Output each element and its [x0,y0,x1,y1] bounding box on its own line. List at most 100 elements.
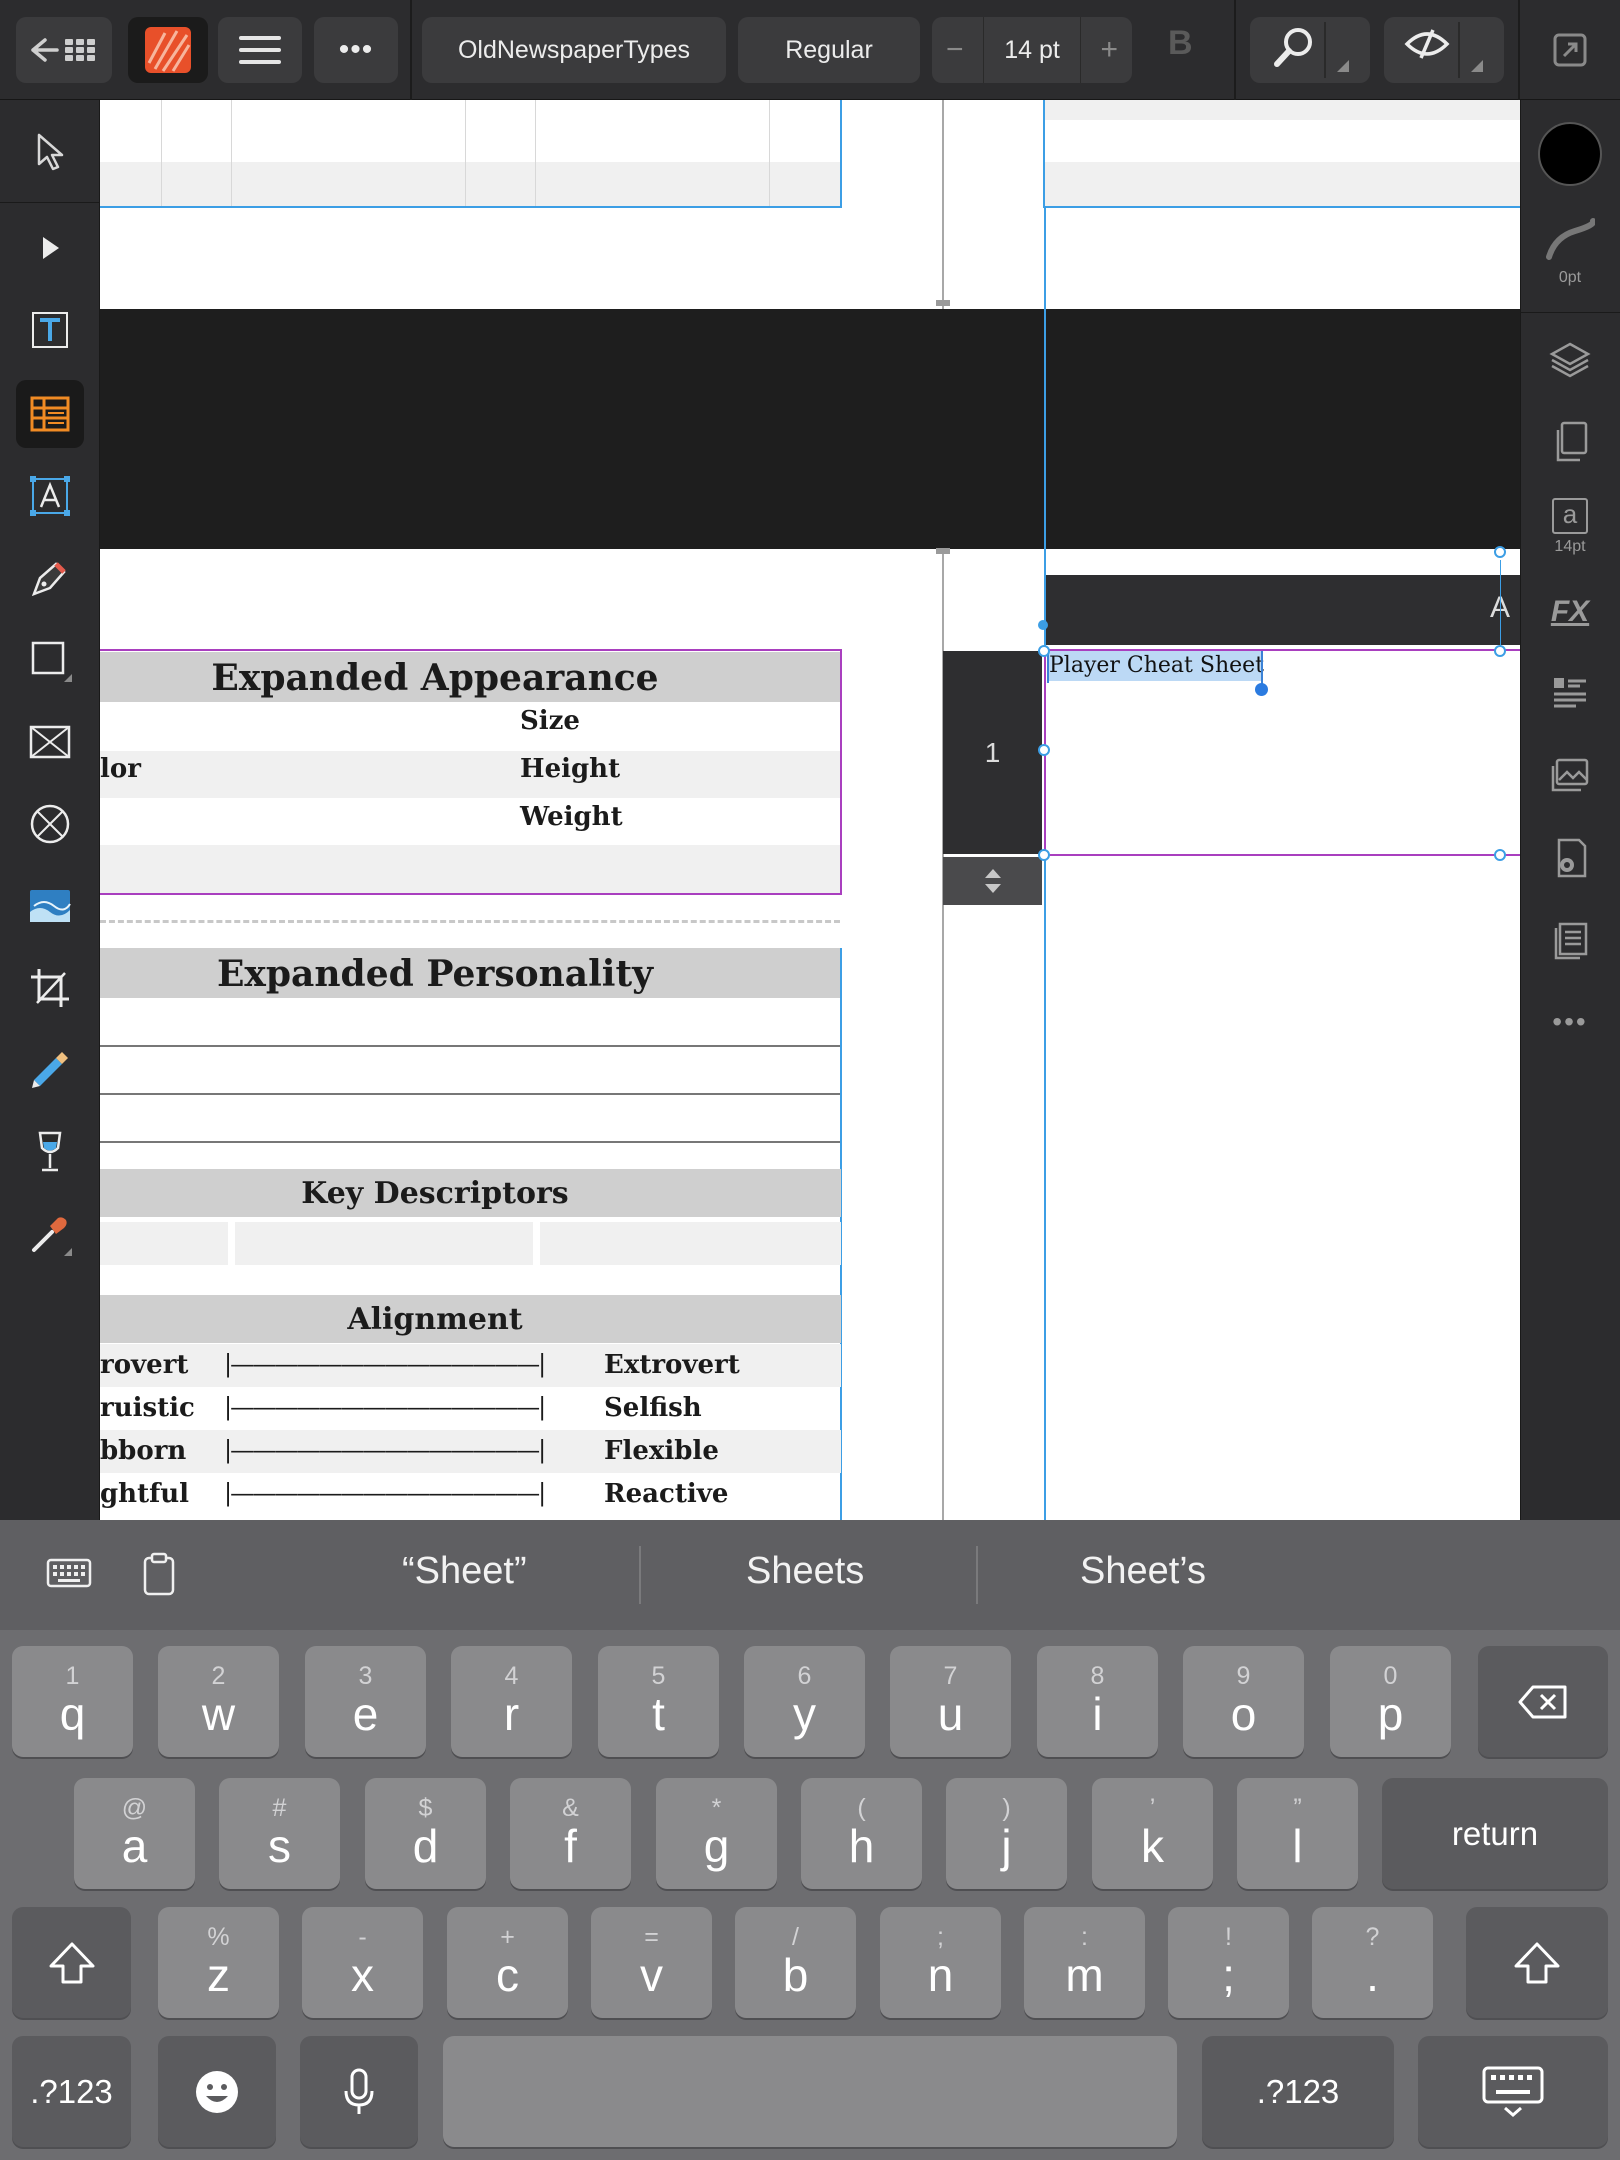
key-row2-5[interactable]: (h [801,1778,922,1889]
artistic-text-tool[interactable] [16,462,84,530]
shift-left-key[interactable] [12,1907,131,2018]
picture-frame-ellipse-tool[interactable] [16,790,84,858]
table-tool[interactable] [16,380,84,448]
bold-button[interactable]: B [1168,24,1193,63]
font-style-selector[interactable]: Regular [738,17,920,83]
key-row1-7[interactable]: 8i [1037,1646,1158,1757]
key-hint: % [207,1923,230,1951]
shift-right-key[interactable] [1466,1907,1608,2018]
layers-button[interactable] [1520,330,1620,390]
dismiss-keyboard-key[interactable] [1418,2036,1608,2147]
key-hint: * [711,1794,722,1822]
key-row2-3[interactable]: & f [510,1778,631,1889]
alignment-scale: |——————————————| [224,1350,546,1378]
resize-handle[interactable] [1038,645,1050,657]
increase-font-size-button[interactable]: + [1100,33,1118,67]
place-image-tool[interactable] [16,872,84,940]
key-row2-7[interactable]: ’ k [1092,1778,1213,1889]
key-row2-8[interactable]: ” l [1237,1778,1358,1889]
key-row3-7[interactable]: !; [1168,1907,1289,2018]
text-frame-button[interactable] [1520,910,1620,970]
page-stepper[interactable] [943,857,1042,905]
color-picker-tool[interactable] [16,1200,84,1268]
prediction-2[interactable]: Sheets [746,1550,864,1593]
more-options-button[interactable]: ••• [314,17,398,83]
menu-button[interactable] [218,17,302,83]
key-row1-1[interactable]: 2w [158,1646,279,1757]
key-row1-8[interactable]: 9o [1183,1646,1304,1757]
more-panels-button[interactable]: ••• [1520,992,1620,1052]
key-row2-1[interactable]: # s [219,1778,340,1889]
numbers-key-right[interactable]: .?123 [1202,2036,1394,2147]
resource-manager-button[interactable] [1520,746,1620,806]
resize-handle[interactable] [1038,849,1050,861]
key-row3-5[interactable]: ; n [880,1907,1001,2018]
key-row2-0[interactable]: @ a [74,1778,195,1889]
font-size-value[interactable]: 14 pt [1004,36,1060,65]
stroke-button[interactable]: 0pt [1520,204,1620,300]
document-setup-button[interactable] [1520,828,1620,888]
node-tool[interactable] [16,214,84,282]
key-row3-0[interactable]: % z [158,1907,279,2018]
return-key[interactable]: return [1382,1778,1608,1889]
backspace-key[interactable] [1478,1646,1608,1757]
fill-color-swatch[interactable] [1538,122,1602,186]
key-row1-4[interactable]: 5t [598,1646,719,1757]
alignment-right-trait: Selfish [604,1393,702,1423]
key-row1-6[interactable]: 7u [890,1646,1011,1757]
app-persona-button[interactable] [128,17,208,83]
paragraph-button[interactable] [1520,664,1620,724]
text-styles-button[interactable]: a 14pt [1520,494,1620,560]
rotate-handle[interactable] [1494,546,1506,558]
table-row [1044,162,1520,206]
key-row3-3[interactable]: = v [591,1907,712,2018]
key-row2-2[interactable]: $ d [365,1778,486,1889]
text-selection-handle[interactable] [1255,683,1268,696]
key-row3-2[interactable]: + c [447,1907,568,2018]
numbers-key-left[interactable]: .?123 [12,2036,131,2147]
key-label: r [503,1687,520,1740]
resize-handle[interactable] [1494,849,1506,861]
move-tool[interactable] [16,118,84,186]
key-row3-8[interactable]: ?. [1312,1907,1433,2018]
key-row1-5[interactable]: 6y [744,1646,865,1757]
transparency-tool[interactable] [16,1036,84,1104]
view-mode-button[interactable] [1384,17,1504,83]
decrease-font-size-button[interactable]: − [946,33,964,67]
alignment-left-trait: bborn [100,1436,187,1466]
key-row1-2[interactable]: 3e [305,1646,426,1757]
key-row3-4[interactable]: / b [735,1907,856,2018]
selected-text[interactable]: Player Cheat Sheet [1049,651,1264,681]
zoom-button[interactable] [1250,17,1370,83]
key-row3-6[interactable]: :m [1024,1907,1145,2018]
prediction-1[interactable]: “Sheet” [402,1550,527,1593]
space-key[interactable] [443,2036,1177,2147]
dictation-key[interactable] [300,2036,418,2147]
crop-tool[interactable] [16,954,84,1022]
prediction-3[interactable]: Sheet’s [1080,1550,1206,1593]
key-row1-3[interactable]: 4r [451,1646,572,1757]
frame-text-tool[interactable] [16,296,84,364]
key-row1-0[interactable]: 1q [12,1646,133,1757]
font-family-selector[interactable]: OldNewspaperTypes [422,17,726,83]
fill-tool[interactable] [16,1118,84,1186]
effects-button[interactable]: FX [1520,582,1620,642]
resize-handle[interactable] [1038,744,1050,756]
key-row3-1[interactable]: -x [302,1907,423,2018]
rectangle-tool[interactable] [16,626,84,694]
keyboard-shortcuts-button[interactable] [46,1558,92,1593]
predictive-text-bar: “Sheet” Sheets Sheet’s [0,1520,1620,1630]
key-row2-4[interactable]: * g [656,1778,777,1889]
pen-tool[interactable] [16,544,84,612]
back-to-documents-button[interactable] [16,17,112,83]
resize-handle[interactable] [1494,645,1506,657]
picture-frame-rectangle-tool[interactable] [16,708,84,776]
document-canvas[interactable]: Expanded Appearance Size lor Height Weig… [100,100,1520,1520]
paste-button[interactable] [142,1552,176,1601]
fullscreen-button[interactable] [1552,32,1588,73]
text-frame-tab[interactable] [1044,575,1520,645]
emoji-key[interactable] [158,2036,276,2147]
key-row2-6[interactable]: ) j [946,1778,1067,1889]
key-row1-9[interactable]: 0p [1330,1646,1451,1757]
pages-button[interactable] [1520,412,1620,472]
